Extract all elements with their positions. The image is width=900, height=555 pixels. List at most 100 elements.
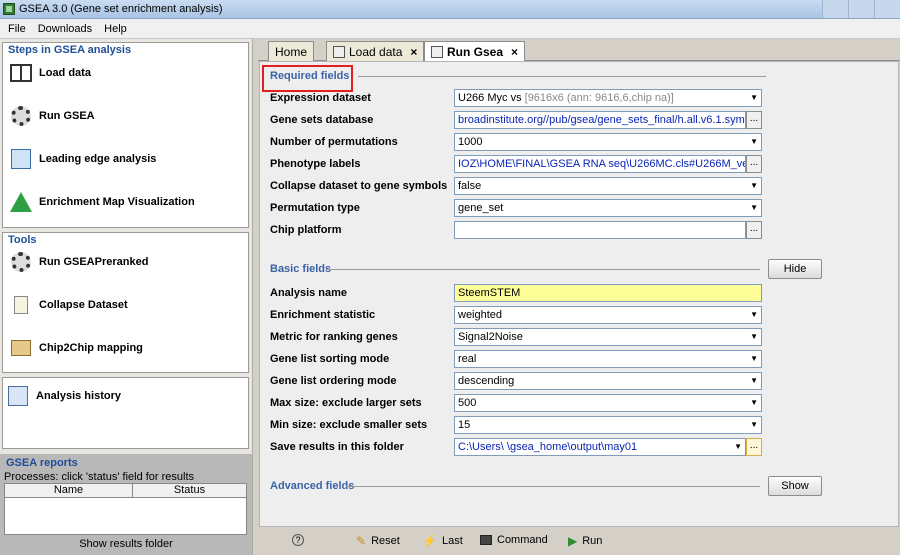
- tab-home[interactable]: Home: [268, 41, 315, 61]
- enrichment-statistic-select[interactable]: weighted: [454, 306, 762, 324]
- label-enrichment-statistic: Enrichment statistic: [270, 309, 376, 321]
- browse-phenotype-button[interactable]: ...: [746, 155, 762, 173]
- select-value: U266 Myc vs: [458, 92, 522, 104]
- gsea-preranked-icon: [9, 250, 33, 274]
- label-max-size: Max size: exclude larger sets: [270, 397, 422, 409]
- label-permutation-type: Permutation type: [270, 202, 360, 214]
- tool-chip2chip[interactable]: Chip2Chip mapping: [9, 336, 143, 360]
- step-label: Load data: [39, 67, 91, 79]
- run-icon: ▶: [568, 534, 578, 548]
- help-button[interactable]: ?: [292, 534, 309, 546]
- min-size-select[interactable]: 15: [454, 416, 762, 434]
- browse-folder-button[interactable]: ...: [746, 438, 762, 456]
- tool-gsea-preranked[interactable]: Run GSEAPreranked: [9, 250, 148, 274]
- left-sidebar: Steps in GSEA analysis Load data Run GSE…: [0, 39, 252, 555]
- command-button[interactable]: Command: [480, 534, 548, 546]
- run-gsea-form: Required fields Expression dataset U266 …: [259, 61, 899, 527]
- window-title: GSEA 3.0 (Gene set enrichment analysis): [19, 3, 223, 15]
- show-button[interactable]: Show: [768, 476, 822, 496]
- close-tab-icon[interactable]: ×: [410, 45, 417, 59]
- ordering-mode-select[interactable]: descending: [454, 372, 762, 390]
- basic-fields-header: Basic fields: [270, 263, 332, 275]
- collapse-dataset-select[interactable]: false: [454, 177, 762, 195]
- reports-table[interactable]: Name Status: [4, 483, 247, 535]
- menu-help[interactable]: Help: [104, 23, 127, 35]
- phenotype-labels-field[interactable]: IOZ\HOME\FINAL\GSEA RNA seq\U266MC.cls#U…: [454, 155, 746, 173]
- tools-panel-title: Tools: [8, 234, 37, 246]
- chip-platform-field[interactable]: [454, 221, 746, 239]
- label-chip-platform: Chip platform: [270, 224, 342, 236]
- menu-bar: File Downloads Help: [0, 19, 900, 39]
- label-analysis-name: Analysis name: [270, 287, 348, 299]
- required-fields-header: Required fields: [270, 70, 350, 82]
- tool-label: Collapse Dataset: [39, 299, 128, 311]
- close-tab-icon[interactable]: ×: [511, 45, 518, 59]
- menu-downloads[interactable]: Downloads: [38, 23, 92, 35]
- show-results-folder-button[interactable]: Show results folder: [0, 538, 252, 550]
- step-label: Enrichment Map Visualization: [39, 196, 195, 208]
- chip2chip-icon: [9, 336, 33, 360]
- command-label: Command: [497, 534, 548, 546]
- analysis-name-field[interactable]: SteemSTEM: [454, 284, 762, 302]
- label-gene-sets-database: Gene sets database: [270, 114, 374, 126]
- step-label: Run GSEA: [39, 110, 95, 122]
- analysis-history[interactable]: Analysis history: [6, 384, 121, 408]
- tab-label: Run Gsea: [447, 45, 504, 59]
- history-label: Analysis history: [36, 390, 121, 402]
- browse-chip-button[interactable]: ...: [746, 221, 762, 239]
- step-run-gsea[interactable]: Run GSEA: [9, 104, 95, 128]
- hide-button[interactable]: Hide: [768, 259, 822, 279]
- sorting-mode-select[interactable]: real: [454, 350, 762, 368]
- permutation-type-select[interactable]: gene_set: [454, 199, 762, 217]
- col-status[interactable]: Status: [133, 484, 246, 497]
- reset-label: Reset: [371, 535, 400, 547]
- expression-dataset-select[interactable]: U266 Myc vs [9616x6 (ann: 9616,6,chip na…: [454, 89, 762, 107]
- leading-edge-icon: [9, 147, 33, 171]
- reports-subtitle: Processes: click 'status' field for resu…: [4, 471, 195, 483]
- step-load-data[interactable]: Load data: [9, 61, 91, 85]
- maximize-button[interactable]: [848, 0, 874, 18]
- col-name[interactable]: Name: [5, 484, 133, 497]
- max-size-select[interactable]: 500: [454, 394, 762, 412]
- tool-collapse-dataset[interactable]: Collapse Dataset: [9, 293, 128, 317]
- steps-panel: Steps in GSEA analysis Load data Run GSE…: [2, 42, 249, 228]
- ranking-metric-select[interactable]: Signal2Noise: [454, 328, 762, 346]
- last-icon: ⚡: [422, 534, 437, 548]
- menu-file[interactable]: File: [8, 23, 26, 35]
- reset-button[interactable]: ✎ Reset: [356, 534, 400, 548]
- load-data-tab-icon: [333, 45, 345, 58]
- tab-load-data[interactable]: Load data ×: [326, 41, 425, 61]
- label-ordering-mode: Gene list ordering mode: [270, 375, 397, 387]
- section-divider: [346, 486, 760, 487]
- tool-label: Run GSEAPreranked: [39, 256, 149, 268]
- enrichment-map-icon: [9, 190, 33, 214]
- label-ranking-metric: Metric for ranking genes: [270, 331, 398, 343]
- step-enrichment-map[interactable]: Enrichment Map Visualization: [9, 190, 195, 214]
- save-folder-select[interactable]: C:\Users\ \gsea_home\output\may01: [454, 438, 746, 456]
- bottom-toolbar: ? ✎ Reset ⚡ Last Command ▶ Run: [258, 527, 900, 555]
- title-bar: GSEA 3.0 (Gene set enrichment analysis): [0, 0, 900, 19]
- browse-gene-sets-button[interactable]: ...: [746, 111, 762, 129]
- gene-sets-database-field[interactable]: broadinstitute.org//pub/gsea/gene_sets_f…: [454, 111, 746, 129]
- label-expression-dataset: Expression dataset: [270, 92, 371, 104]
- label-min-size: Min size: exclude smaller sets: [270, 419, 428, 431]
- command-icon: [480, 535, 492, 545]
- close-window-button[interactable]: [874, 0, 900, 18]
- tab-label: Load data: [349, 44, 403, 59]
- label-save-folder: Save results in this folder: [270, 441, 404, 453]
- history-icon: [6, 384, 30, 408]
- last-label: Last: [441, 535, 463, 547]
- step-label: Leading edge analysis: [39, 153, 157, 165]
- tab-run-gsea[interactable]: Run Gsea ×: [424, 41, 526, 62]
- advanced-fields-header: Advanced fields: [270, 480, 355, 492]
- last-button[interactable]: ⚡ Last: [422, 534, 463, 548]
- run-button[interactable]: ▶ Run: [568, 534, 602, 548]
- run-label: Run: [582, 535, 603, 547]
- reports-title: GSEA reports: [6, 457, 78, 469]
- section-divider: [358, 76, 766, 77]
- num-permutations-select[interactable]: 1000: [454, 133, 762, 151]
- tab-bar: Home Load data × Run Gsea ×: [258, 39, 900, 62]
- step-leading-edge[interactable]: Leading edge analysis: [9, 147, 156, 171]
- minimize-button[interactable]: [822, 0, 848, 18]
- label-phenotype-labels: Phenotype labels: [270, 158, 361, 170]
